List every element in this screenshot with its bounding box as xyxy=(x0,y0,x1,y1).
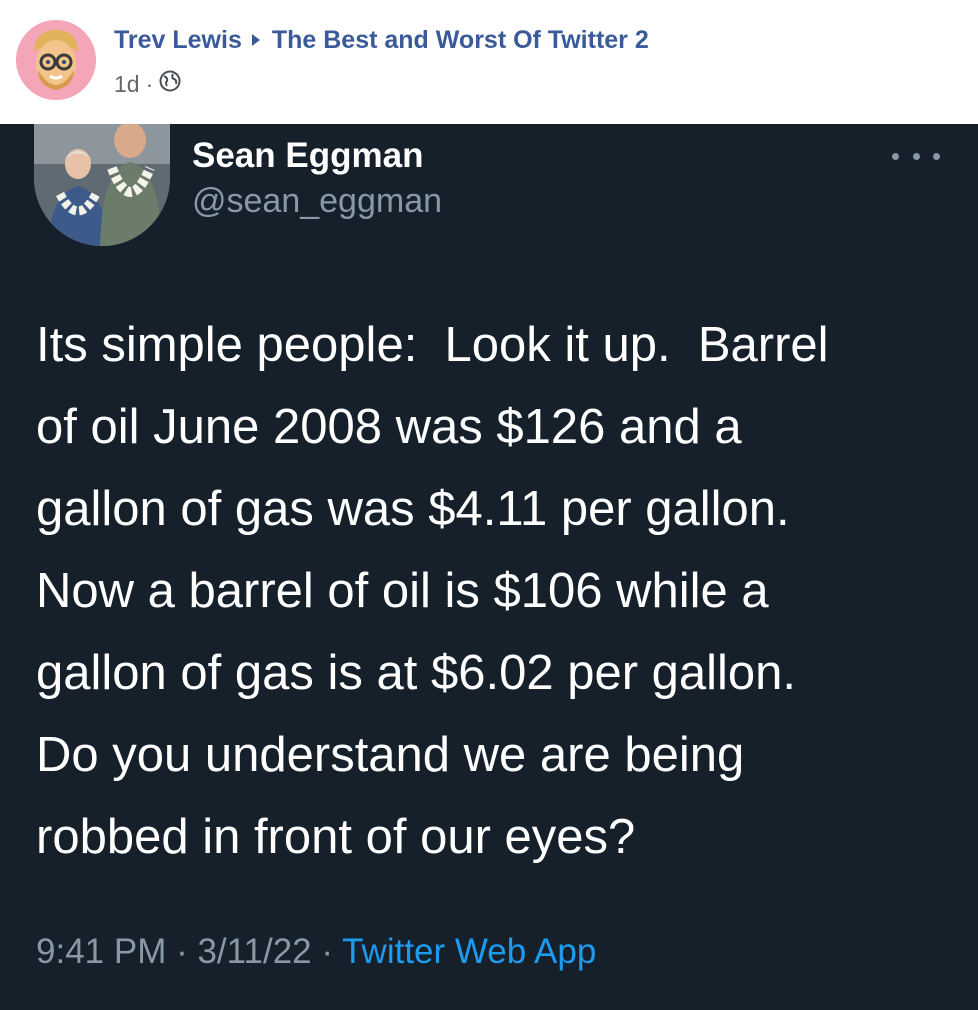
tweet-line: gallon of gas was $4.11 per gallon. xyxy=(36,482,790,536)
globe-icon[interactable] xyxy=(159,70,181,98)
tweet-timestamp: 9:41 PM · 3/11/22 · xyxy=(36,932,343,971)
post-header: Trev Lewis The Best and Worst Of Twitter… xyxy=(0,0,978,124)
tweet-line: of oil June 2008 was $126 and a xyxy=(36,400,742,454)
tweet-line: gallon of gas is at $6.02 per gallon. xyxy=(36,646,797,700)
profile-photo xyxy=(34,124,170,246)
tweet-line: Its simple people: Look it up. Barrel xyxy=(36,318,829,372)
more-dots-icon[interactable] xyxy=(892,144,940,168)
group-name-link[interactable]: The Best and Worst Of Twitter 2 xyxy=(272,26,649,55)
tweet-source-link[interactable]: Twitter Web App xyxy=(342,932,596,971)
post-time[interactable]: 1d xyxy=(114,71,140,98)
tweet-line: robbed in front of our eyes? xyxy=(36,810,636,864)
post-meta: 1d · xyxy=(114,70,181,98)
tweet-line: Do you understand we are being xyxy=(36,728,745,782)
tweet-text: Its simple people: Look it up. Barrel of … xyxy=(36,304,956,878)
tweet-author-handle[interactable]: @sean_eggman xyxy=(192,182,442,221)
tweet-author-name[interactable]: Sean Eggman xyxy=(192,136,423,176)
author-name-link[interactable]: Trev Lewis xyxy=(114,26,242,55)
tweet-footer: 9:41 PM · 3/11/22 · Twitter Web App xyxy=(36,932,596,972)
post-title: Trev Lewis The Best and Worst Of Twitter… xyxy=(114,26,649,55)
tweet-line: Now a barrel of oil is $106 while a xyxy=(36,564,769,618)
author-avatar[interactable] xyxy=(16,20,96,100)
tweet-screenshot: Sean Eggman @sean_eggman Its simple peop… xyxy=(0,124,978,1010)
meta-separator: · xyxy=(145,70,154,97)
caret-right-icon xyxy=(250,26,262,55)
